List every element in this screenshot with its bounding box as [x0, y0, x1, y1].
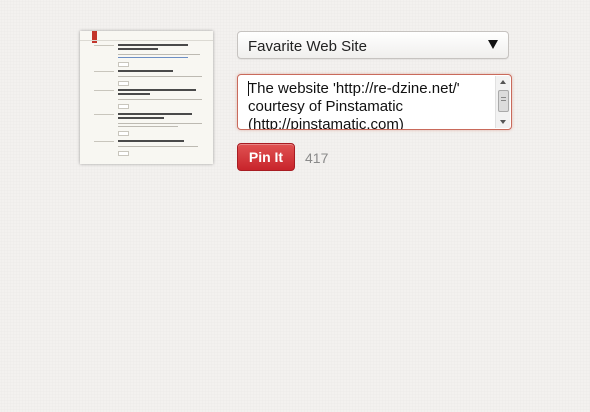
scroll-up-icon[interactable]	[500, 80, 506, 84]
site-thumbnail	[80, 31, 213, 164]
description-textarea[interactable]: The website 'http://re-dzine.net/' court…	[237, 74, 512, 130]
caret-down-icon[interactable]	[488, 40, 498, 49]
board-select-value: Favarite Web Site	[248, 38, 367, 55]
pin-it-button[interactable]: Pin It	[237, 143, 295, 171]
description-text: The website 'http://re-dzine.net/' court…	[248, 80, 460, 130]
text-cursor	[248, 81, 249, 96]
scrollbar-thumb[interactable]	[498, 90, 509, 112]
board-select[interactable]: Favarite Web Site	[237, 31, 509, 59]
textarea-scrollbar[interactable]	[495, 76, 510, 128]
scroll-down-icon[interactable]	[500, 120, 506, 124]
repin-count: 417	[305, 150, 329, 166]
